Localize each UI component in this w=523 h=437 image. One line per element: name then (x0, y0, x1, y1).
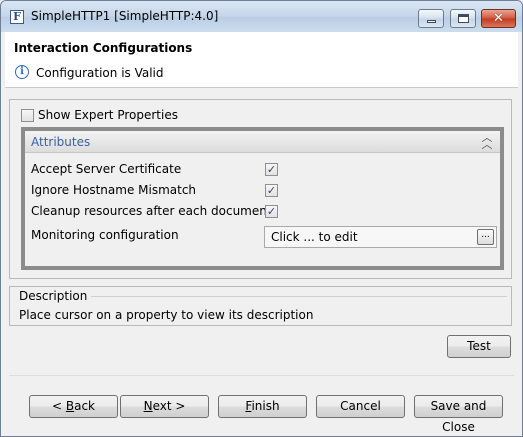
test-button[interactable]: Test (447, 335, 511, 358)
minimize-button[interactable] (418, 9, 444, 28)
save-and-close-button[interactable]: Save and Close (414, 395, 503, 434)
attributes-title: Attributes (31, 135, 91, 149)
next-mnemonic: N (143, 399, 153, 413)
finish-rest: inish (251, 399, 280, 413)
close-icon: ✕ (493, 11, 504, 26)
description-text: Place cursor on a property to view its d… (19, 308, 314, 322)
minimize-icon (427, 20, 436, 23)
maximize-button[interactable] (450, 9, 476, 28)
ellipsis-edit-button[interactable]: ... (477, 229, 494, 245)
window-title: SimpleHTTP1 [SimpleHTTP:4.0] (31, 9, 219, 23)
description-divider (82, 296, 507, 297)
attributes-header[interactable]: Attributes ︿ ︿ (25, 131, 500, 153)
ignore-hostname-mismatch-label: Ignore Hostname Mismatch (31, 183, 197, 197)
title-bar[interactable]: F SimpleHTTP1 [SimpleHTTP:4.0] ✕ (1, 1, 522, 32)
show-expert-properties-checkbox[interactable] (21, 109, 34, 122)
next-button[interactable]: Next > (120, 395, 209, 418)
ignore-hostname-mismatch-checkbox[interactable]: ✓ (265, 184, 278, 197)
dialog-window: F SimpleHTTP1 [SimpleHTTP:4.0] ✕ Interac… (0, 0, 523, 437)
page-title: Interaction Configurations (14, 41, 193, 55)
attributes-section: Attributes ︿ ︿ Accept Server Certificate … (21, 127, 504, 270)
cleanup-resources-label: Cleanup resources after each document. (31, 204, 276, 218)
finish-button[interactable]: Finish (218, 395, 307, 418)
cancel-button[interactable]: Cancel (316, 395, 405, 418)
app-icon: F (10, 10, 24, 24)
footer-separator (9, 375, 514, 376)
cleanup-resources-checkbox[interactable]: ✓ (265, 205, 278, 218)
back-rest: ack (74, 399, 95, 413)
description-title: Description (19, 289, 92, 303)
info-icon: i (15, 65, 29, 79)
double-chevron-up-icon[interactable]: ︿ ︿ (481, 132, 493, 150)
show-expert-properties-label[interactable]: Show Expert Properties (38, 108, 178, 122)
maximize-icon (458, 14, 469, 23)
properties-panel: Show Expert Properties Attributes ︿ ︿ Acc… (9, 99, 512, 279)
next-rest: ext > (152, 399, 186, 413)
dialog-header: Interaction Configurations i Configurati… (5, 32, 518, 88)
monitoring-configuration-label: Monitoring configuration (31, 228, 179, 242)
monitoring-configuration-field[interactable]: Click ... to edit ... (264, 226, 497, 248)
status-message: Configuration is Valid (36, 66, 164, 80)
back-mnemonic: B (65, 399, 75, 413)
description-section: Description Place cursor on a property t… (9, 286, 512, 326)
back-button[interactable]: < Back (29, 395, 118, 418)
accept-server-certificate-checkbox[interactable]: ✓ (265, 163, 278, 176)
monitoring-configuration-value: Click ... to edit (271, 230, 358, 244)
close-button[interactable]: ✕ (481, 9, 516, 28)
back-prefix: < (51, 399, 66, 413)
accept-server-certificate-label: Accept Server Certificate (31, 162, 182, 176)
